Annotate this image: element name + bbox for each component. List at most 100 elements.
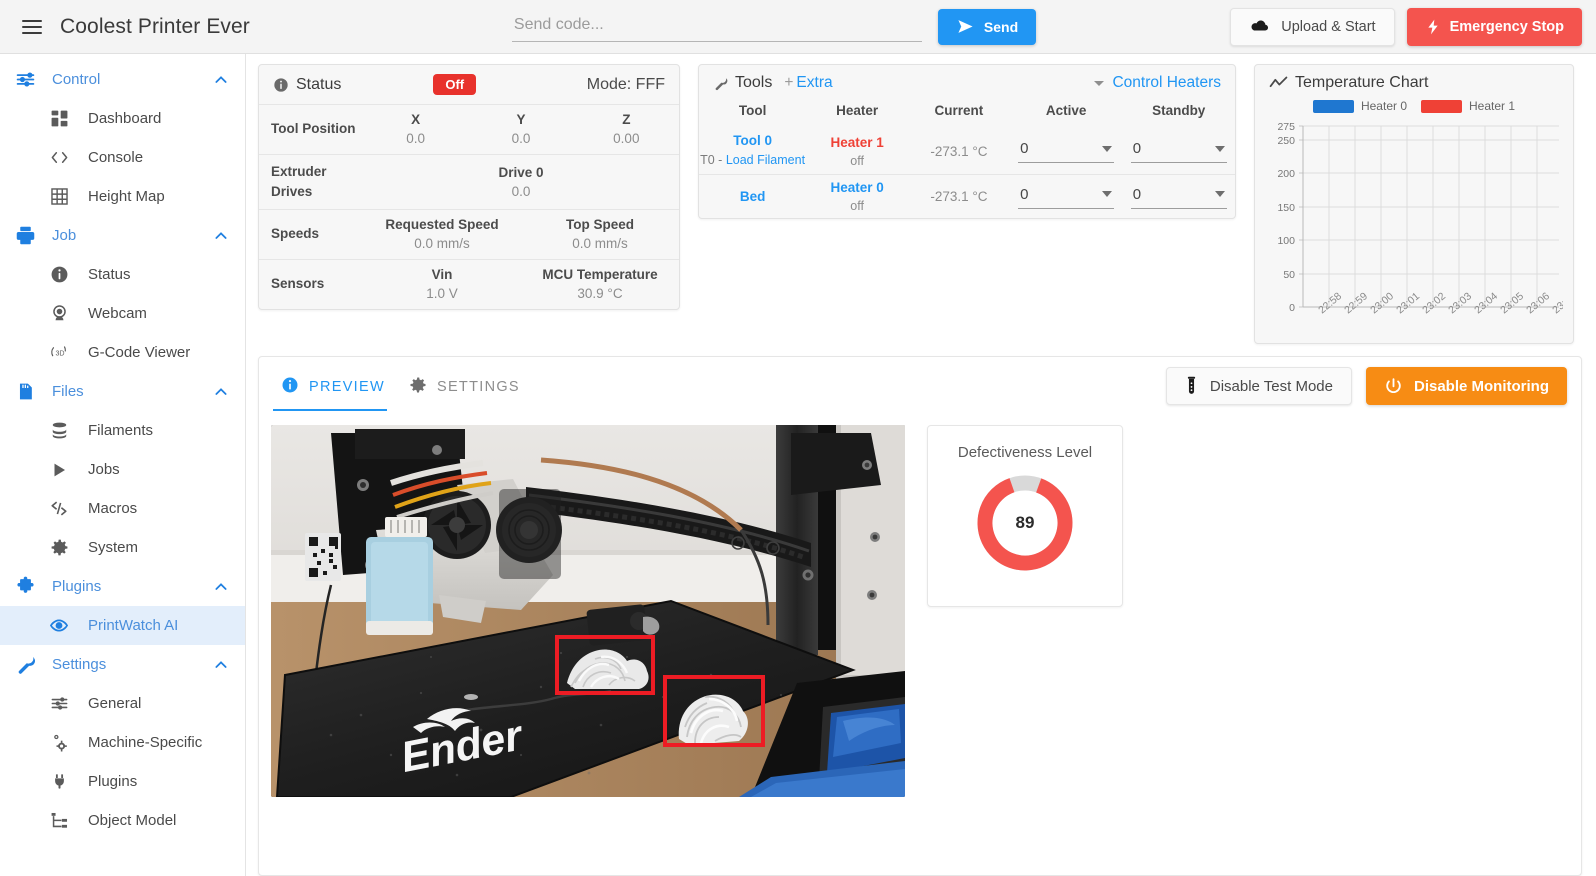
tab-settings[interactable]: SETTINGS: [401, 368, 536, 411]
sidebar-item-status[interactable]: Status: [0, 255, 245, 294]
add-extra-control[interactable]: + Extra: [784, 74, 832, 92]
sidebar-item-plugins[interactable]: Plugins: [0, 762, 245, 801]
hamburger-icon[interactable]: [14, 9, 50, 45]
col-tool: Tool: [738, 103, 767, 118]
status-row-tool-position: Tool Position X 0.0 Y 0.0 Z 0.00: [259, 104, 679, 154]
cell-value: 0.0: [511, 183, 531, 199]
sidebar-item-jobs[interactable]: Jobs: [0, 450, 245, 489]
top-bar: Coolest Printer Ever Send Upload & Start…: [0, 0, 1596, 54]
webcam-preview[interactable]: Ender: [271, 425, 905, 797]
legend-item[interactable]: Heater 1: [1421, 99, 1515, 113]
sidebar-item-macros[interactable]: Macros: [0, 489, 245, 528]
sidebar-group-job[interactable]: Job: [0, 216, 245, 255]
svg-text:250: 250: [1277, 135, 1295, 147]
line-chart-icon: [1269, 75, 1288, 91]
svg-text:23:03: 23:03: [1446, 290, 1474, 316]
sidebar-item-filaments[interactable]: Filaments: [0, 411, 245, 450]
control-heaters-link[interactable]: Control Heaters: [1094, 74, 1221, 92]
sidebar-item-machine-specific[interactable]: Machine-Specific: [0, 723, 245, 762]
chevron-down-icon: [1102, 145, 1113, 152]
disable-test-mode-button[interactable]: Disable Test Mode: [1165, 367, 1352, 405]
row-label: Speeds: [271, 226, 320, 242]
sidebar-item-printwatch-ai[interactable]: PrintWatch AI: [0, 606, 245, 645]
cell-key: Drive 0: [498, 164, 544, 180]
tab-preview[interactable]: PREVIEW: [273, 368, 401, 411]
sidebar-item-gcode-viewer[interactable]: 3D G-Code Viewer: [0, 333, 245, 372]
panel-actions: Disable Test Mode Disable Monitoring: [1165, 367, 1567, 411]
eye-icon: [46, 615, 72, 637]
standby-temp-select[interactable]: 0: [1130, 185, 1227, 209]
sidebar-item-console[interactable]: Console: [0, 138, 245, 177]
tool-cell[interactable]: Bed: [699, 174, 807, 219]
tab-label: PREVIEW: [309, 378, 385, 395]
tool-name[interactable]: Tool 0: [699, 133, 806, 148]
heater-cell[interactable]: Heater 1 off: [806, 128, 908, 175]
extra-link[interactable]: Extra: [796, 74, 832, 91]
sidebar-group-control[interactable]: Control: [0, 60, 245, 99]
svg-text:150: 150: [1277, 202, 1295, 214]
row-label: Sensors: [271, 276, 325, 292]
cell-key: Requested Speed: [385, 217, 499, 233]
send-button[interactable]: Send: [937, 8, 1037, 45]
sidebar-group-plugins[interactable]: Plugins: [0, 567, 245, 606]
active-temp-select[interactable]: 0: [1018, 185, 1115, 209]
cell-value: 30.9 °C: [577, 286, 623, 302]
heater-name[interactable]: Heater 0: [806, 180, 908, 195]
temperature-plot: 275 250 200 150 100 50 0 22:58 22:59 23:…: [1277, 121, 1578, 316]
disable-monitoring-label: Disable Monitoring: [1414, 377, 1549, 395]
wrench-icon: [12, 654, 38, 676]
load-filament-link[interactable]: Load Filament: [726, 153, 805, 167]
chart-legend: Heater 0 Heater 1: [1255, 99, 1573, 113]
heater-name[interactable]: Heater 1: [806, 135, 908, 150]
sidebar-item-height-map[interactable]: Height Map: [0, 177, 245, 216]
active-temp-value: 0: [1020, 185, 1029, 203]
heater-cell[interactable]: Heater 0 off: [806, 174, 909, 219]
svg-text:22:58: 22:58: [1316, 290, 1344, 316]
emergency-stop-label: Emergency Stop: [1449, 18, 1564, 35]
macros-icon: [46, 498, 72, 520]
standby-temp-select[interactable]: 0: [1130, 139, 1227, 164]
send-code-input[interactable]: [511, 11, 922, 42]
emergency-stop-button[interactable]: Emergency Stop: [1406, 7, 1582, 46]
upload-and-start-button[interactable]: Upload & Start: [1230, 7, 1395, 46]
sidebar-group-files[interactable]: Files: [0, 372, 245, 411]
sliders-icon: [12, 69, 38, 91]
sidebar-item-general[interactable]: General: [0, 684, 245, 723]
sidebar-group-settings[interactable]: Settings: [0, 645, 245, 684]
top-cards-row: Status Off Mode: FFF Tool Position X 0.0…: [246, 54, 1596, 344]
status-cell: Vin 1.0 V: [363, 267, 521, 301]
svg-text:23:00: 23:00: [1368, 290, 1396, 316]
chevron-down-icon: [1214, 145, 1225, 152]
col-standby: Standby: [1152, 103, 1206, 118]
active-temp-select[interactable]: 0: [1018, 139, 1115, 164]
sidebar-item-object-model[interactable]: Object Model: [0, 801, 245, 840]
disable-monitoring-button[interactable]: Disable Monitoring: [1366, 367, 1567, 405]
sidebar-item-system[interactable]: System: [0, 528, 245, 567]
sidebar-item-dashboard[interactable]: Dashboard: [0, 99, 245, 138]
svg-text:23:05: 23:05: [1498, 290, 1526, 316]
standby-cell: 0: [1122, 174, 1235, 219]
sidebar-group-label: Control: [52, 71, 101, 88]
svg-text:23:01: 23:01: [1394, 290, 1422, 316]
cell-value: 0.0 mm/s: [572, 236, 628, 252]
tool-cell[interactable]: Tool 0 T0 - Load Filament: [699, 128, 806, 175]
tool-name[interactable]: Bed: [699, 189, 806, 204]
legend-swatch-heater0: [1312, 99, 1354, 113]
control-heaters-label: Control Heaters: [1112, 74, 1221, 91]
page-title: Coolest Printer Ever: [60, 14, 250, 38]
gear-icon: [409, 376, 427, 398]
svg-text:3D: 3D: [55, 349, 64, 357]
upload-button-label: Upload & Start: [1281, 18, 1376, 35]
sidebar-item-webcam[interactable]: Webcam: [0, 294, 245, 333]
tools-table: Tool Heater Current Active Standby Tool …: [699, 101, 1235, 219]
sidebar-group-label: Files: [52, 383, 84, 400]
info-circle-icon: [46, 264, 72, 286]
current-temp: -273.1 °C: [908, 174, 1010, 219]
svg-text:275: 275: [1277, 121, 1295, 133]
status-row-speeds: Speeds Requested Speed 0.0 mm/s Top Spee…: [259, 209, 679, 259]
cell-value: 0.0: [511, 131, 531, 146]
info-circle-icon: [273, 77, 289, 93]
puzzle-icon: [12, 576, 38, 598]
play-icon: [46, 459, 72, 481]
legend-item[interactable]: Heater 0: [1312, 99, 1407, 113]
